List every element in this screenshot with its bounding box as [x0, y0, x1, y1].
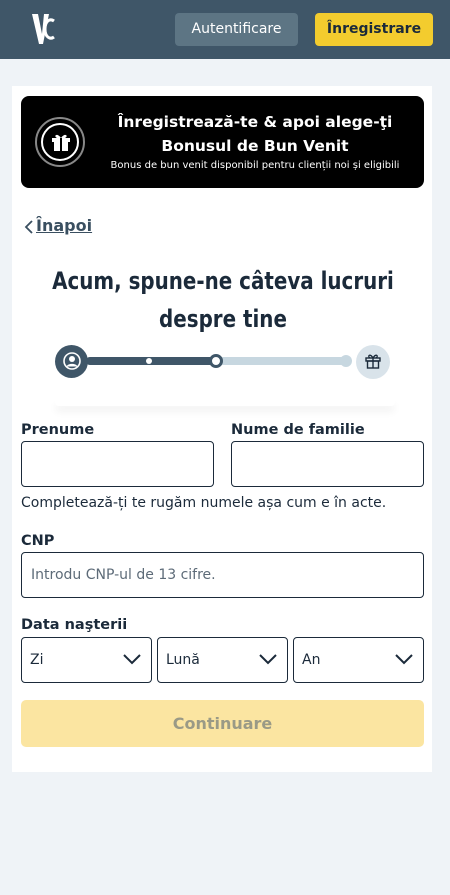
month-select-value: Lună: [166, 652, 200, 668]
user-step-icon: [55, 345, 88, 378]
gift-step-icon: [356, 345, 390, 379]
chevron-down-icon: [259, 654, 277, 665]
day-select[interactable]: Zi: [21, 637, 152, 683]
year-select[interactable]: An: [293, 637, 424, 683]
gift-badge-icon: [35, 117, 85, 167]
dob-label: Data naşterii: [21, 617, 128, 633]
month-select[interactable]: Lună: [157, 637, 288, 683]
banner-subtitle: Bonus de bun venit disponibil pentru cli…: [110, 160, 400, 171]
first-name-label: Prenume: [21, 422, 95, 438]
cnp-input[interactable]: [21, 552, 424, 598]
year-select-value: An: [302, 652, 321, 668]
banner-title: Înregistrează-te & apoi alege-ţi Bonusul…: [117, 113, 393, 155]
chevron-left-icon: [24, 219, 33, 234]
continue-button[interactable]: Continuare: [21, 700, 424, 747]
progress-dot: [146, 358, 152, 364]
register-button[interactable]: Înregistrare: [315, 13, 433, 46]
chevron-down-icon: [395, 654, 413, 665]
brand-logo[interactable]: [30, 12, 56, 46]
last-name-input[interactable]: [231, 441, 424, 487]
top-bar: Autentificare Înregistrare: [0, 0, 450, 59]
cnp-label: CNP: [21, 533, 55, 549]
day-select-value: Zi: [30, 652, 44, 668]
name-helper-text: Completează-ți te rugăm numele așa cum e…: [21, 495, 387, 511]
progress-dot-end: [340, 355, 352, 367]
login-button[interactable]: Autentificare: [175, 13, 298, 46]
progress-current-step: [209, 354, 223, 368]
first-name-input[interactable]: [21, 441, 214, 487]
progress-shadow: [55, 398, 395, 406]
welcome-bonus-banner: Înregistrează-te & apoi alege-ţi Bonusul…: [21, 96, 424, 188]
page-title: Acum, spune-ne câteva lucruri despre tin…: [52, 267, 394, 333]
back-label: Înapoi: [36, 216, 93, 235]
back-link[interactable]: Înapoi: [24, 216, 92, 235]
chevron-down-icon: [123, 654, 141, 665]
last-name-label: Nume de familie: [231, 422, 365, 438]
